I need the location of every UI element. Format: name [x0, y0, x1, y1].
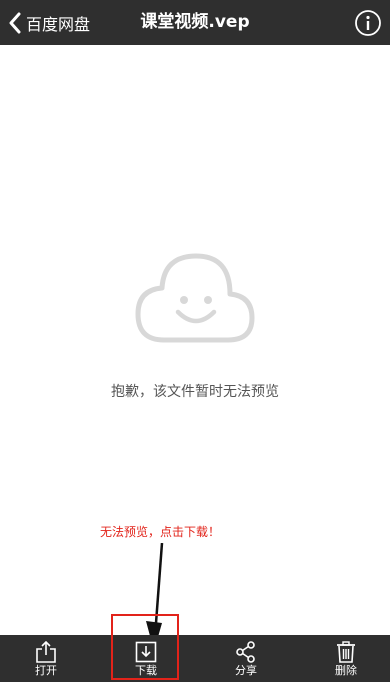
download-button[interactable]: 下载 — [116, 635, 176, 682]
smiling-cloud-icon — [134, 250, 258, 348]
back-button[interactable]: 百度网盘 — [8, 0, 90, 45]
delete-button[interactable]: 删除 — [316, 635, 376, 682]
share-button[interactable]: 分享 — [216, 635, 276, 682]
back-button-label: 百度网盘 — [26, 14, 91, 34]
share-icon — [235, 641, 257, 663]
info-icon — [354, 10, 382, 41]
preview-area: 抱歉，该文件暂时无法预览 无法预览，点击下载！ — [0, 45, 390, 651]
open-button[interactable]: 打开 — [16, 635, 76, 682]
download-icon — [135, 641, 157, 663]
top-navigation-bar: 百度网盘 课堂视频.vep — [0, 0, 390, 45]
delete-button-label: 删除 — [335, 664, 357, 677]
trash-icon — [335, 641, 357, 663]
no-preview-message: 抱歉，该文件暂时无法预览 — [111, 384, 279, 400]
chevron-left-icon — [8, 12, 22, 34]
bottom-toolbar: 打开 下载 分享 删除 — [0, 635, 390, 682]
share-out-icon — [35, 640, 57, 663]
download-button-label: 下载 — [135, 664, 157, 677]
annotation-text: 无法预览，点击下载！ — [100, 525, 221, 539]
info-button[interactable] — [354, 9, 382, 37]
share-button-label: 分享 — [235, 664, 257, 677]
open-button-label: 打开 — [35, 664, 57, 677]
